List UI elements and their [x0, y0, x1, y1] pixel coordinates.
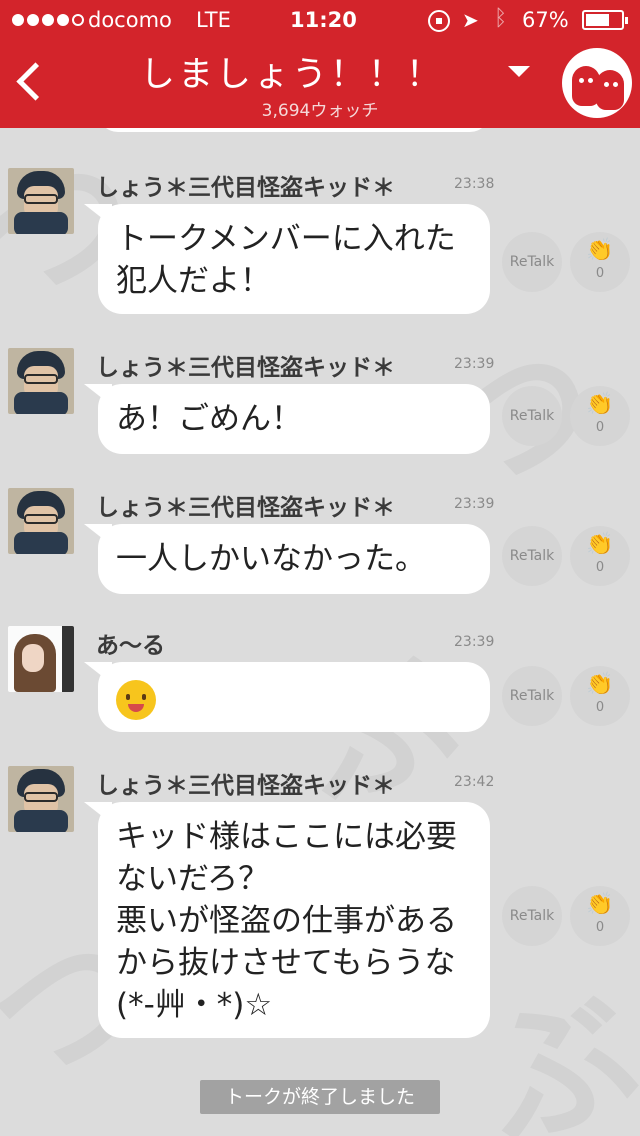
message-bubble[interactable]: キッド様はここには必要 ないだろ？ 悪いが怪盗の仕事がある から抜けさせてもらう…	[98, 802, 490, 1038]
message-time: 23:38	[454, 176, 495, 192]
battery-fill	[586, 14, 609, 26]
chat-message: しょう＊三代目怪盗キッド＊ 23:39 一人しかいなかった。 ReTalk 👏 …	[0, 484, 640, 604]
location-arrow-icon: ➤	[462, 8, 479, 32]
talk-ended-notice: トークが終了しました	[200, 1080, 440, 1114]
clap-count: 0	[595, 920, 605, 935]
message-time: 23:39	[454, 496, 495, 512]
signal-strength-icon	[12, 14, 84, 26]
clap-icon: 👏	[586, 392, 614, 417]
dropdown-triangle-icon[interactable]	[508, 66, 530, 77]
message-bubble[interactable]: 一人しかいなかった。	[98, 524, 490, 594]
carrier-name: docomo	[88, 8, 172, 32]
retalk-button[interactable]: ReTalk	[502, 666, 562, 726]
message-line: から抜けさせてもらうな	[116, 945, 456, 981]
clap-button[interactable]: 👏 0	[570, 526, 630, 586]
chat-message: しょう＊三代目怪盗キッド＊ 23:39 あ！ごめん！ ReTalk 👏 0	[0, 344, 640, 464]
message-line: キッド様はここには必要	[116, 819, 457, 855]
status-bar: docomo LTE 11:20 ➤ ᛒ 67%	[0, 0, 640, 40]
chat-message: しょう＊三代目怪盗キッド＊ 23:42 キッド様はここには必要 ないだろ？ 悪い…	[0, 762, 640, 1042]
author-name: しょう＊三代目怪盗キッド＊	[96, 175, 395, 201]
message-line: ないだろ？	[116, 861, 270, 897]
message-line: 悪いが怪盗の仕事がある	[116, 903, 457, 939]
avatar[interactable]	[8, 348, 74, 414]
network-type: LTE	[196, 8, 231, 32]
author-name: しょう＊三代目怪盗キッド＊	[96, 495, 395, 521]
clap-icon: 👏	[586, 892, 614, 917]
bluetooth-icon: ᛒ	[494, 6, 508, 31]
clap-icon: 👏	[586, 238, 614, 263]
battery-icon	[582, 10, 628, 30]
clap-button[interactable]: 👏 0	[570, 232, 630, 292]
message-time: 23:39	[454, 634, 495, 650]
clap-count: 0	[595, 560, 605, 575]
mascot-figure-right	[596, 70, 624, 110]
rotation-lock-icon	[428, 10, 450, 32]
author-name: しょう＊三代目怪盗キッド＊	[96, 773, 395, 799]
watch-count: 3,694ウォッチ	[261, 101, 379, 121]
retalk-button[interactable]: ReTalk	[502, 526, 562, 586]
clap-count: 0	[595, 420, 605, 435]
clap-count: 0	[595, 700, 605, 715]
message-line: あ！ごめん！	[116, 401, 302, 437]
message-time: 23:42	[454, 774, 495, 790]
clap-icon: 👏	[586, 532, 614, 557]
message-bubble[interactable]	[98, 662, 490, 732]
clap-button[interactable]: 👏 0	[570, 666, 630, 726]
message-line: (*-艸・*)☆	[116, 987, 273, 1023]
talk-title: しましょう！！！	[140, 55, 445, 95]
mascot-logo-button[interactable]	[562, 48, 632, 118]
avatar[interactable]	[8, 626, 74, 692]
chat-area[interactable]: つ つ ぶ つ ぶ しょう＊三代目怪盗キッド＊ 23:38 トークメンバーに入れ…	[0, 128, 640, 1136]
status-time: 11:20	[290, 8, 357, 32]
retalk-button[interactable]: ReTalk	[502, 232, 562, 292]
clap-button[interactable]: 👏 0	[570, 386, 630, 446]
previous-message-bubble	[98, 128, 490, 132]
avatar[interactable]	[8, 488, 74, 554]
retalk-button[interactable]: ReTalk	[502, 886, 562, 946]
battery-percent: 67%	[522, 8, 569, 32]
message-line: 犯人だよ！	[116, 263, 271, 299]
author-name: あ〜る	[96, 633, 165, 659]
clap-count: 0	[595, 266, 605, 281]
chat-message: しょう＊三代目怪盗キッド＊ 23:38 トークメンバーに入れた 犯人だよ！ Re…	[0, 164, 640, 324]
clap-icon: 👏	[586, 672, 614, 697]
message-bubble[interactable]: トークメンバーに入れた 犯人だよ！	[98, 204, 490, 314]
top-bar: docomo LTE 11:20 ➤ ᛒ 67% しましょう！！！ 3,694ウ…	[0, 0, 640, 128]
message-line: 一人しかいなかった。	[116, 541, 426, 577]
retalk-button[interactable]: ReTalk	[502, 386, 562, 446]
message-bubble[interactable]: あ！ごめん！	[98, 384, 490, 454]
chat-message: あ〜る 23:39 ReTalk 👏 0	[0, 622, 640, 742]
author-name: しょう＊三代目怪盗キッド＊	[96, 355, 395, 381]
smile-emoji-icon	[116, 680, 156, 720]
message-time: 23:39	[454, 356, 495, 372]
avatar[interactable]	[8, 766, 74, 832]
clap-button[interactable]: 👏 0	[570, 886, 630, 946]
back-chevron-icon[interactable]	[14, 58, 44, 104]
avatar[interactable]	[8, 168, 74, 234]
message-line: トークメンバーに入れた	[116, 221, 456, 257]
